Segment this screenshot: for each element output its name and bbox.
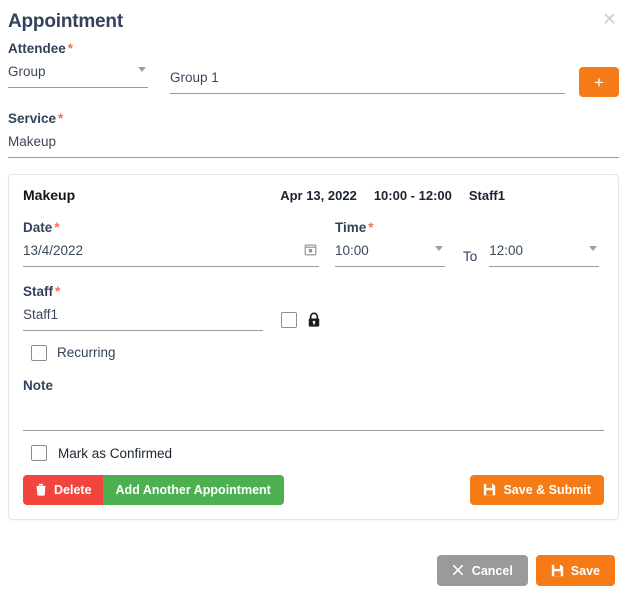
add-another-appointment-label: Add Another Appointment <box>115 483 271 497</box>
delete-button-label: Delete <box>54 483 92 497</box>
note-label: Note <box>23 378 53 393</box>
delete-button[interactable]: Delete <box>23 475 103 505</box>
date-label: Date * <box>23 219 319 237</box>
attendee-required-marker: * <box>67 41 74 56</box>
time-to-select[interactable]: 12:00 <box>489 240 600 267</box>
service-required-marker: * <box>58 111 64 126</box>
summary-staff: Staff1 <box>468 188 505 203</box>
service-value: Makeup <box>8 134 57 149</box>
save-button[interactable]: Save <box>535 555 615 586</box>
attendee-type-value: Group <box>8 64 46 79</box>
time-section: Time * 10:00 To 12:00 <box>335 219 604 267</box>
close-icon[interactable] <box>600 9 618 27</box>
recurring-checkbox[interactable] <box>31 345 47 361</box>
attendee-label: Attendee * <box>8 40 619 58</box>
time-from-select[interactable]: 10:00 <box>335 240 445 267</box>
chevron-down-icon <box>589 246 598 251</box>
attendee-section: Attendee * Group Group 1 + <box>8 40 619 97</box>
save-button-label: Save <box>570 563 600 578</box>
save-disk-icon <box>483 483 496 497</box>
appointment-card-header: Makeup Apr 13, 2022 10:00 - 12:00 Staff1 <box>23 187 604 203</box>
cancel-button-label: Cancel <box>471 563 513 578</box>
time-required-marker: * <box>368 220 374 235</box>
recurring-row[interactable]: Recurring <box>23 345 604 361</box>
summary-time-range: 10:00 - 12:00 <box>373 188 452 203</box>
service-section: Service * Makeup <box>8 110 619 158</box>
save-disk-icon <box>551 564 564 578</box>
mark-confirmed-checkbox[interactable] <box>31 445 47 461</box>
time-from-value: 10:00 <box>335 243 369 258</box>
attendee-label-text: Attendee <box>8 41 66 56</box>
staff-label-text: Staff <box>23 284 53 299</box>
service-input[interactable]: Makeup <box>8 131 619 158</box>
card-actions: Delete Add Another Appointment Save & Su… <box>23 475 604 505</box>
staff-label: Staff * <box>23 283 604 301</box>
staff-value: Staff1 <box>23 307 59 322</box>
date-value: 13/4/2022 <box>23 243 84 258</box>
attendee-name-input[interactable]: Group 1 <box>170 67 565 94</box>
cancel-button[interactable]: Cancel <box>436 555 528 586</box>
time-row: 10:00 To 12:00 <box>335 240 604 267</box>
date-time-row: Date * 13/4/2022 Time * 10:00 To 12:00 <box>23 219 604 267</box>
staff-extra-controls <box>281 312 321 331</box>
time-label-text: Time <box>335 220 367 235</box>
note-section: Note <box>23 377 604 431</box>
add-attendee-button[interactable]: + <box>579 67 619 97</box>
chevron-down-icon <box>138 67 146 72</box>
note-input[interactable] <box>23 398 604 431</box>
date-section: Date * 13/4/2022 <box>23 219 319 267</box>
add-another-appointment-button[interactable]: Add Another Appointment <box>102 475 284 505</box>
mark-confirmed-row[interactable]: Mark as Confirmed <box>23 445 604 461</box>
chevron-down-icon <box>435 246 443 251</box>
staff-lock-checkbox[interactable] <box>281 312 297 328</box>
recurring-label: Recurring <box>57 345 116 360</box>
trash-icon <box>34 483 47 497</box>
calendar-icon[interactable] <box>304 243 317 256</box>
save-and-submit-button[interactable]: Save & Submit <box>470 475 604 505</box>
attendee-type-select[interactable]: Group <box>8 61 148 88</box>
modal-body: Attendee * Group Group 1 + Service * Makeu… <box>0 40 627 520</box>
time-label: Time * <box>335 219 604 237</box>
appointment-card: Makeup Apr 13, 2022 10:00 - 12:00 Staff1… <box>8 174 619 520</box>
close-x-icon <box>452 564 465 578</box>
modal-footer: Cancel Save <box>436 555 615 586</box>
staff-row: Staff1 <box>23 304 604 331</box>
plus-icon: + <box>594 72 604 92</box>
attendee-row: Group Group 1 + <box>8 61 619 97</box>
lock-icon[interactable] <box>307 312 321 328</box>
service-label: Service * <box>8 110 619 128</box>
date-required-marker: * <box>54 220 60 235</box>
page-title: Appointment <box>8 11 123 32</box>
staff-required-marker: * <box>55 284 61 299</box>
mark-confirmed-label: Mark as Confirmed <box>58 445 173 461</box>
card-summary: Apr 13, 2022 10:00 - 12:00 Staff1 <box>280 188 604 203</box>
modal-header: Appointment <box>0 0 627 40</box>
attendee-name-value: Group 1 <box>170 70 219 85</box>
time-separator-label: To <box>463 249 478 264</box>
date-label-text: Date <box>23 220 53 235</box>
service-label-text: Service <box>8 111 57 126</box>
staff-input[interactable]: Staff1 <box>23 304 263 331</box>
time-to-value: 12:00 <box>489 243 524 258</box>
save-and-submit-label: Save & Submit <box>503 483 591 497</box>
summary-date: Apr 13, 2022 <box>280 188 357 203</box>
date-input[interactable]: 13/4/2022 <box>23 240 319 267</box>
staff-section: Staff * Staff1 <box>23 283 604 331</box>
card-service-name: Makeup <box>23 187 76 203</box>
